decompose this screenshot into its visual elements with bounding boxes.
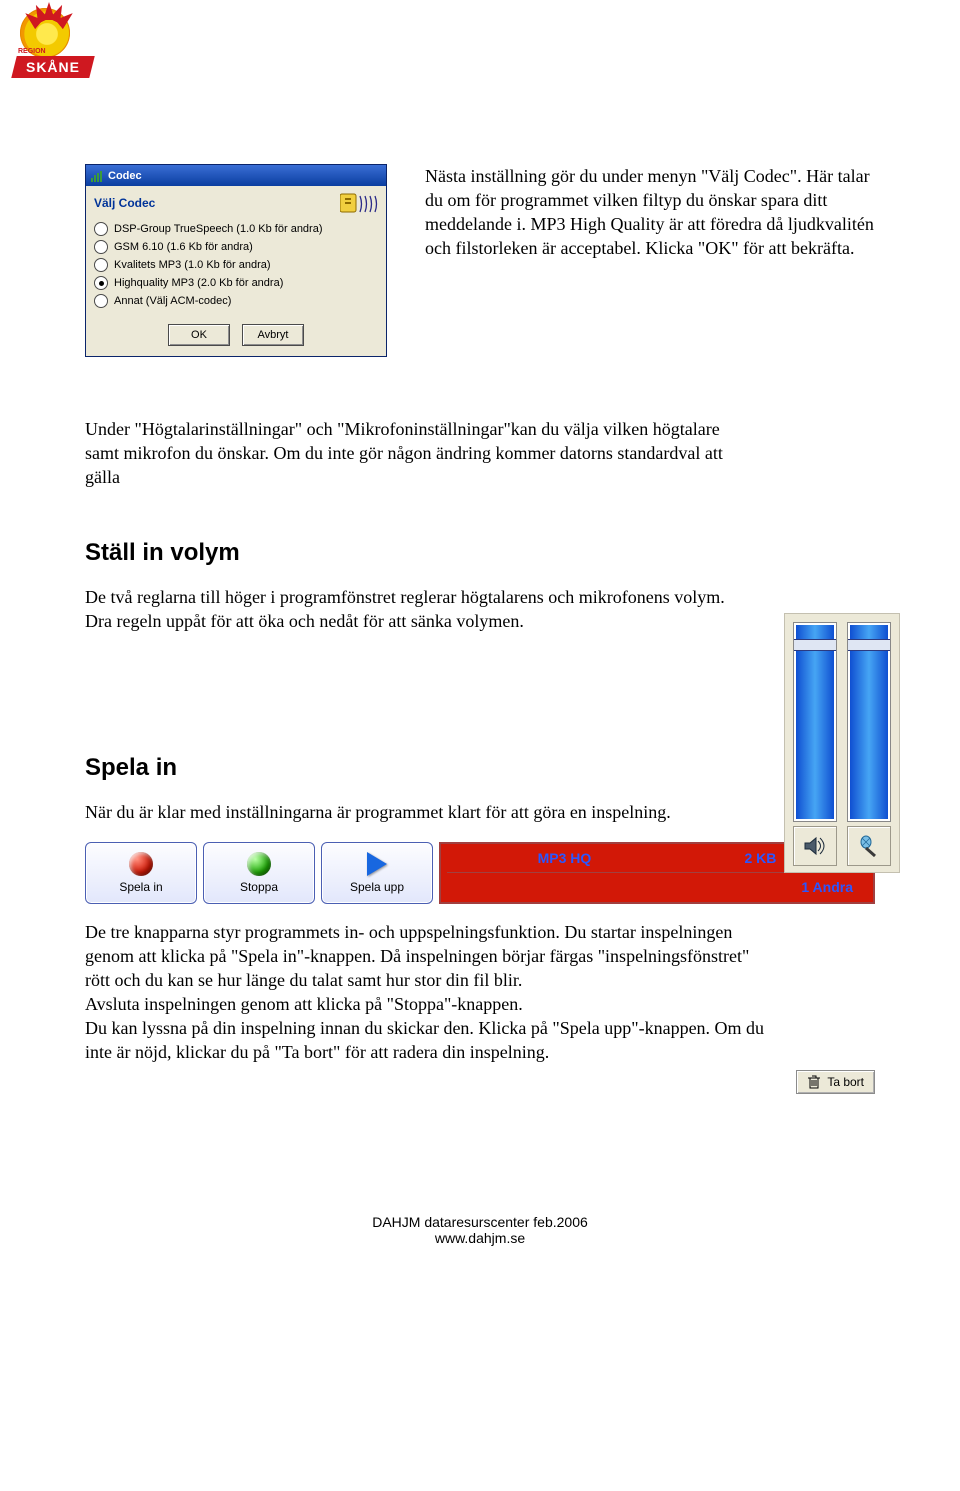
paragraph-record-body: De tre knapparna styr programmets in- oc… — [85, 920, 775, 1065]
stop-label: Stoppa — [240, 880, 278, 894]
stop-button[interactable]: Stoppa — [203, 842, 315, 904]
stop-icon — [247, 852, 271, 876]
codec-dialog: Codec Välj Codec DSP-Group TrueSpeech (1… — [85, 164, 387, 357]
codec-option-label: GSM 6.10 (1.6 Kb för andra) — [114, 241, 253, 253]
record-button[interactable]: Spela in — [85, 842, 197, 904]
play-button[interactable]: Spela upp — [321, 842, 433, 904]
microphone-icon — [858, 835, 880, 857]
radio-icon — [94, 258, 108, 272]
codec-option-3[interactable]: Highquality MP3 (2.0 Kb för andra) — [94, 274, 378, 292]
speaker-volume-slider[interactable] — [793, 622, 837, 822]
speaker-icon — [803, 836, 827, 856]
mic-volume-slider[interactable] — [847, 622, 891, 822]
volume-panel — [784, 613, 900, 873]
delete-label: Ta bort — [827, 1075, 864, 1089]
radio-icon — [94, 294, 108, 308]
codec-tools-icon — [340, 192, 378, 214]
paragraph-volume: De två reglarna till höger i programföns… — [85, 585, 725, 633]
codec-option-label: Kvalitets MP3 (1.0 Kb för andra) — [114, 259, 271, 271]
codec-option-label: Annat (Välj ACM-codec) — [114, 295, 231, 307]
play-label: Spela upp — [350, 880, 404, 894]
status-codec: MP3 HQ — [538, 850, 592, 866]
status-other: 1 Andra — [801, 879, 853, 895]
region-skane-logo: REGION SKÅNE — [14, 8, 84, 78]
codec-option-4[interactable]: Annat (Välj ACM-codec) — [94, 292, 378, 310]
record-icon — [129, 852, 153, 876]
codec-option-0[interactable]: DSP-Group TrueSpeech (1.0 Kb för andra) — [94, 220, 378, 238]
speaker-button[interactable] — [793, 826, 837, 866]
codec-option-1[interactable]: GSM 6.10 (1.6 Kb för andra) — [94, 238, 378, 256]
paragraph-record-intro: När du är klar med inställningarna är pr… — [85, 800, 875, 824]
radio-icon — [94, 240, 108, 254]
record-label: Spela in — [119, 880, 162, 894]
heading-record: Spela in — [85, 754, 875, 782]
cancel-button[interactable]: Avbryt — [242, 324, 304, 346]
codec-option-label: DSP-Group TrueSpeech (1.0 Kb för andra) — [114, 223, 323, 235]
trash-icon — [807, 1074, 821, 1090]
footer-line-1: DAHJM dataresurscenter feb.2006 — [85, 1214, 875, 1230]
codec-option-label: Highquality MP3 (2.0 Kb för andra) — [114, 277, 283, 289]
play-icon — [367, 852, 387, 876]
logo-region-text: REGION — [18, 48, 46, 55]
paragraph-codec: Nästa inställning gör du under menyn "Vä… — [425, 164, 875, 260]
codec-heading: Välj Codec — [94, 196, 155, 210]
delete-button[interactable]: Ta bort — [796, 1070, 875, 1094]
heading-volume: Ställ in volym — [85, 539, 725, 567]
logo-brand-bar: SKÅNE — [11, 56, 94, 78]
page-footer: DAHJM dataresurscenter feb.2006 www.dahj… — [85, 1214, 875, 1246]
app-icon — [90, 169, 104, 183]
status-size: 2 KB — [744, 850, 776, 866]
footer-line-2: www.dahjm.se — [85, 1230, 875, 1246]
codec-titlebar: Codec — [86, 165, 386, 186]
record-toolbar: Spela in Stoppa Spela upp MP3 HQ 2 KB 1 … — [85, 842, 875, 904]
ok-button[interactable]: OK — [168, 324, 230, 346]
radio-icon — [94, 276, 108, 290]
microphone-button[interactable] — [847, 826, 891, 866]
paragraph-settings: Under "Högtalarinställningar" och "Mikro… — [85, 417, 725, 489]
codec-window-title: Codec — [108, 170, 142, 182]
radio-icon — [94, 222, 108, 236]
codec-option-2[interactable]: Kvalitets MP3 (1.0 Kb för andra) — [94, 256, 378, 274]
